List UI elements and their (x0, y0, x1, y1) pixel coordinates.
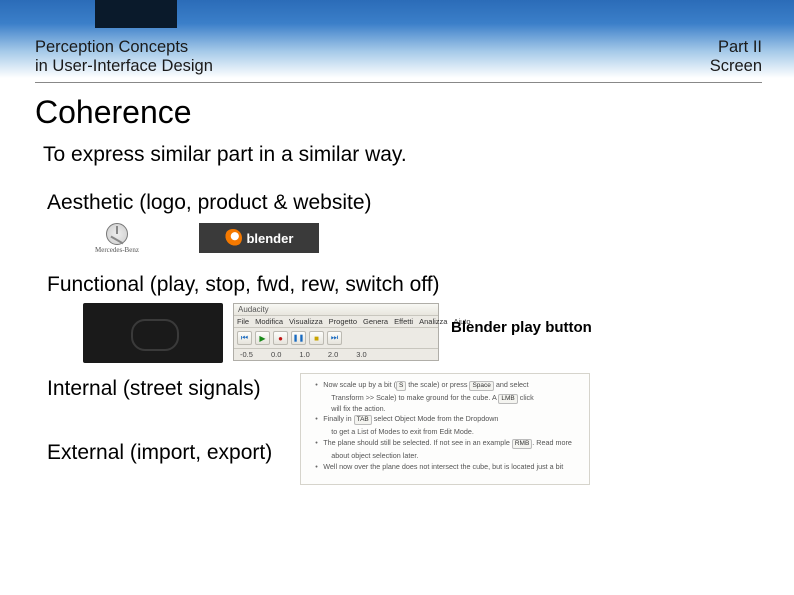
header-right-line1: Part II (710, 38, 762, 57)
menu-item[interactable]: Progetto (329, 317, 357, 326)
key-lmb: LMB (498, 394, 517, 404)
slide-header: Perception Concepts in User-Interface De… (0, 0, 794, 78)
menu-item[interactable]: Effetti (394, 317, 413, 326)
scale-tick: 0.0 (271, 350, 281, 359)
slide-subtitle: To express similar part in a similar way… (43, 143, 759, 167)
section-internal: Internal (street signals) (47, 377, 272, 401)
skip-start-button[interactable]: ⏮ (237, 331, 252, 345)
record-icon: ● (278, 334, 283, 343)
skip-end-button[interactable]: ⏭ (327, 331, 342, 345)
blender-play-label: Blender play button (451, 319, 592, 336)
audacity-toolbar: Audacity File Modifica Visualizza Proget… (233, 303, 439, 361)
pause-button[interactable]: ❚❚ (291, 331, 306, 345)
menu-item[interactable]: Modifica (255, 317, 283, 326)
blender-label: blender (246, 231, 293, 246)
bottom-block: Internal (street signals) External (impo… (47, 377, 759, 505)
doc-line: Transform >> Scale) to make ground for t… (315, 393, 581, 404)
skip-end-icon: ⏭ (331, 333, 338, 343)
menu-item[interactable]: Genera (363, 317, 388, 326)
header-right: Part II Screen (710, 38, 762, 76)
mercedes-star-icon (106, 223, 128, 245)
toolbar-transport: ⏮ ▶ ● ❚❚ ■ ⏭ (234, 328, 438, 349)
stop-icon: ■ (314, 334, 319, 343)
dark-remote-panel (83, 303, 223, 363)
controls-row: Audacity File Modifica Visualizza Proget… (83, 303, 759, 363)
doc-line: Well now over the plane does not interse… (315, 462, 581, 473)
key-space: Space (469, 381, 493, 391)
documentation-panel: Now scale up by a bit (S the scale) or p… (300, 373, 590, 485)
header-right-line2: Screen (710, 57, 762, 76)
menu-item[interactable]: File (237, 317, 249, 326)
key-s: S (396, 381, 406, 391)
header-left-line1: Perception Concepts (35, 38, 213, 57)
scale-tick: 1.0 (299, 350, 309, 359)
pause-icon: ❚❚ (293, 334, 305, 342)
doc-line: Now scale up by a bit (S the scale) or p… (315, 380, 581, 391)
play-button[interactable]: ▶ (255, 331, 270, 345)
header-accent-block (95, 0, 177, 28)
doc-line: Finally in TAB select Object Mode from t… (315, 414, 581, 425)
play-icon: ▶ (259, 334, 265, 343)
blender-logo: blender (199, 223, 319, 253)
skip-start-icon: ⏮ (241, 333, 248, 343)
doc-line: The plane should still be selected. If n… (315, 438, 581, 449)
stop-button[interactable]: ■ (309, 331, 324, 345)
header-left-line2: in User-Interface Design (35, 57, 213, 76)
menu-item[interactable]: Visualizza (289, 317, 323, 326)
mercedes-label: Mercedes-Benz (95, 246, 139, 254)
toolbar-window-title: Audacity (234, 304, 438, 316)
slide-content: Coherence To express similar part in a s… (0, 78, 794, 505)
section-aesthetic: Aesthetic (logo, product & website) (47, 191, 759, 215)
section-external: External (import, export) (47, 441, 272, 465)
toolbar-menu: File Modifica Visualizza Progetto Genera… (234, 316, 438, 328)
header-divider (35, 82, 762, 83)
doc-line: to get a List of Modes to exit from Edit… (315, 427, 581, 438)
doc-line: about object selection later. (315, 451, 581, 462)
doc-line: will fix the action. (315, 404, 581, 415)
logos-row: Mercedes-Benz blender (95, 221, 759, 255)
blender-icon (224, 229, 242, 247)
toolbar-timeline: -0.5 0.0 1.0 2.0 3.0 (234, 349, 438, 360)
menu-item[interactable]: Analizza (419, 317, 447, 326)
header-left: Perception Concepts in User-Interface De… (35, 38, 213, 76)
slide-title: Coherence (35, 94, 759, 131)
mercedes-logo: Mercedes-Benz (95, 223, 139, 254)
key-rmb: RMB (512, 439, 532, 449)
scale-tick: -0.5 (240, 350, 253, 359)
record-button[interactable]: ● (273, 331, 288, 345)
key-tab: TAB (354, 415, 372, 425)
bottom-left-column: Internal (street signals) External (impo… (47, 377, 272, 505)
scale-tick: 2.0 (328, 350, 338, 359)
section-functional: Functional (play, stop, fwd, rew, switch… (47, 273, 759, 297)
scale-tick: 3.0 (356, 350, 366, 359)
